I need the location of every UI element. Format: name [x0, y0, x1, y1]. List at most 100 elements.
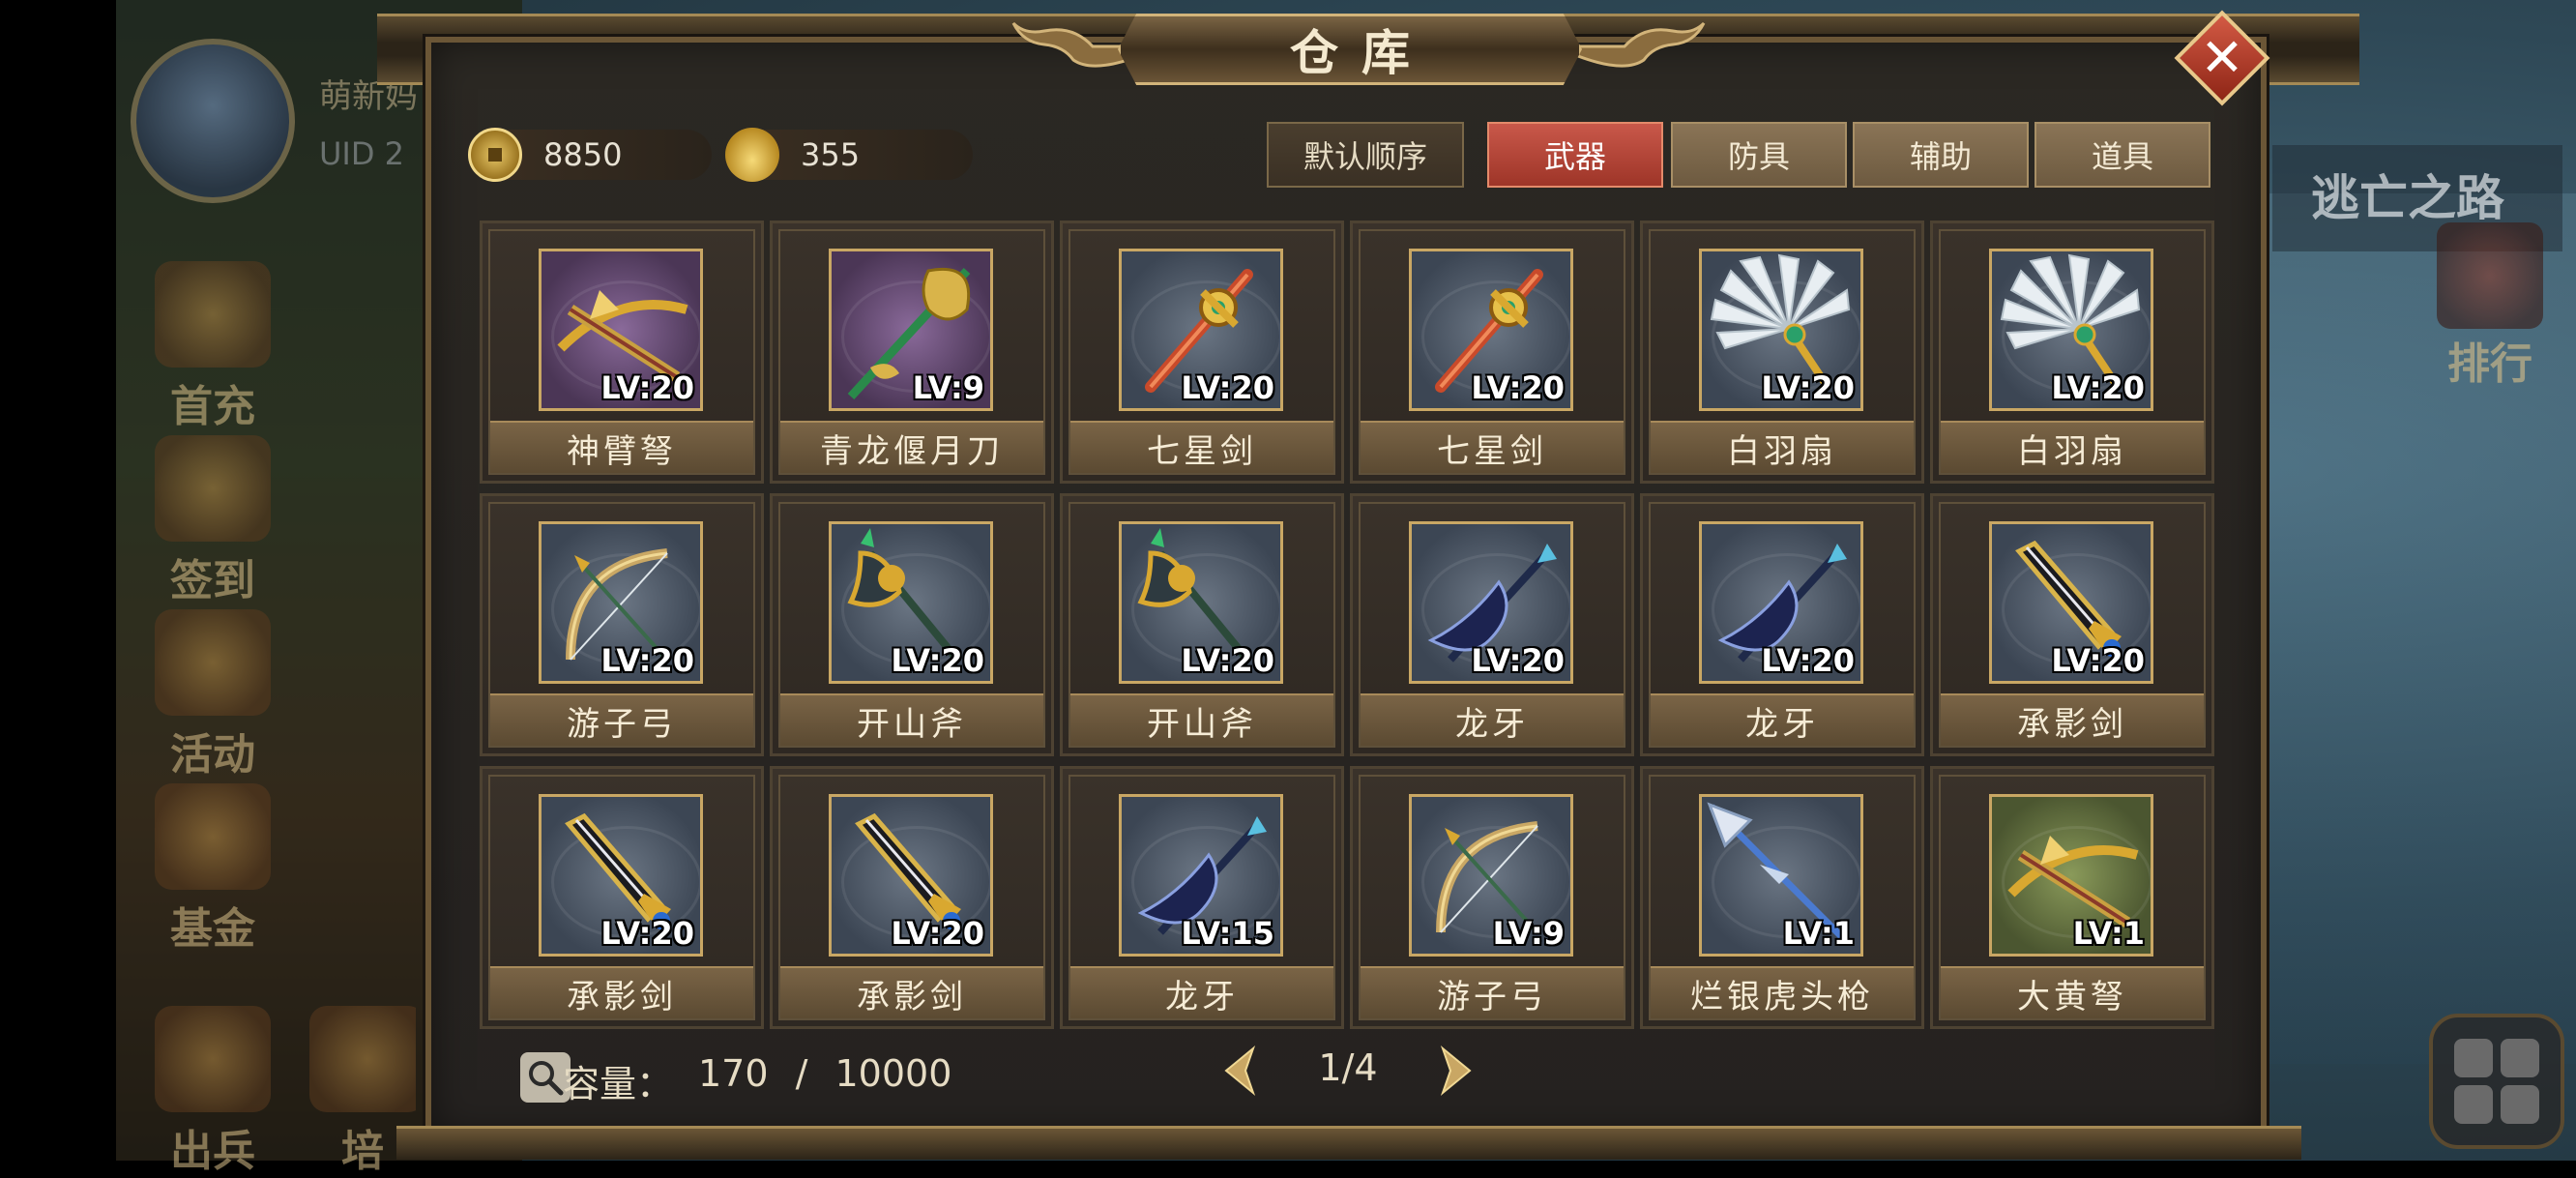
player-uid: UID 2: [319, 135, 405, 172]
item-name: 承影剑: [780, 966, 1043, 1018]
item-icon-frame: LV:9: [1409, 794, 1573, 957]
item-level: LV:20: [2051, 369, 2145, 406]
window-title: 仓库: [1290, 25, 1433, 81]
item-level: LV:1: [2072, 915, 2145, 952]
item-grid: LV:20 神臂弩 LV:9 青龙偃月刀 LV:20 七星剑 LV:20 七星剑 LV:20 白羽…: [480, 221, 2216, 1029]
item-level: LV:20: [600, 369, 694, 406]
inventory-slot[interactable]: LV:20 神臂弩: [480, 221, 764, 484]
event-button: 活动: [145, 609, 280, 781]
item-icon-frame: LV:1: [1699, 794, 1863, 957]
rank-label: 排行: [2447, 339, 2532, 389]
grid-cell-icon: [2454, 1039, 2493, 1077]
coin-balance: 8850: [468, 128, 712, 182]
tab-weapons[interactable]: 武器: [1487, 122, 1663, 188]
item-name: 游子弓: [490, 693, 753, 746]
tab-armor[interactable]: 防具: [1671, 122, 1847, 188]
item-level: LV:20: [891, 915, 984, 952]
item-level: LV:20: [600, 915, 694, 952]
menu-label: 基金: [170, 904, 255, 954]
item-name: 龙牙: [1070, 966, 1333, 1018]
grid-cell-icon: [2501, 1039, 2539, 1077]
item-icon-frame: LV:20: [539, 794, 703, 957]
menu-label: 签到: [170, 556, 255, 605]
tab-items[interactable]: 道具: [2034, 122, 2210, 188]
close-button[interactable]: ✕: [2174, 10, 2270, 106]
inventory-slot[interactable]: LV:20 七星剑: [1060, 221, 1344, 484]
inventory-slot[interactable]: LV:20 白羽扇: [1930, 221, 2214, 484]
inventory-slot[interactable]: LV:20 开山斧: [770, 493, 1054, 756]
item-level: LV:20: [1471, 369, 1565, 406]
inventory-slot[interactable]: LV:15 龙牙: [1060, 766, 1344, 1029]
item-level: LV:20: [600, 642, 694, 679]
item-name: 承影剑: [490, 966, 753, 1018]
drum-icon: [155, 1006, 271, 1112]
search-icon: [529, 1061, 564, 1096]
copper-coin-icon: [468, 128, 522, 182]
item-icon-frame: LV:20: [1699, 249, 1863, 411]
inventory-slot[interactable]: LV:20 龙牙: [1350, 493, 1634, 756]
inventory-slot[interactable]: LV:20 七星剑: [1350, 221, 1634, 484]
item-name: 龙牙: [1361, 693, 1624, 746]
previous-page-arrow-icon[interactable]: [1220, 1045, 1259, 1097]
panel-bottom-border: [396, 1126, 2301, 1160]
ranking-icon: [2437, 222, 2543, 329]
deploy-button: 出兵: [145, 1006, 280, 1178]
item-icon-frame: LV:20: [1409, 521, 1573, 684]
coin-amount: 8850: [543, 136, 623, 173]
item-level: LV:20: [1181, 642, 1274, 679]
item-level: LV:20: [1181, 369, 1274, 406]
grid-cell-icon: [2501, 1085, 2539, 1124]
item-level: LV:9: [1492, 915, 1565, 952]
pot-icon: [309, 1006, 416, 1112]
rank-button: 排行: [2417, 222, 2562, 389]
menu-label: 活动: [170, 730, 255, 780]
grid-cell-icon: [2454, 1085, 2493, 1124]
item-icon-frame: LV:1: [1989, 794, 2153, 957]
item-icon-frame: LV:20: [1989, 521, 2153, 684]
inventory-slot[interactable]: LV:1 烂银虎头枪: [1640, 766, 1924, 1029]
inventory-slot[interactable]: LV:9 青龙偃月刀: [770, 221, 1054, 484]
next-page-arrow-icon[interactable]: [1437, 1045, 1476, 1097]
inventory-slot[interactable]: LV:20 承影剑: [770, 766, 1054, 1029]
ingot-amount: 355: [801, 136, 861, 173]
item-name: 烂银虎头枪: [1651, 966, 1914, 1018]
gift-icon: [155, 609, 271, 716]
item-name: 大黄弩: [1941, 966, 2204, 1018]
scroll-icon: [155, 435, 271, 542]
inventory-slot[interactable]: LV:9 游子弓: [1350, 766, 1634, 1029]
title-ornament-right-icon: [1576, 21, 1706, 68]
capacity-value: 170 / 10000: [698, 1052, 952, 1095]
fund-button: 基金: [145, 783, 280, 956]
item-icon-frame: LV:20: [829, 794, 993, 957]
page-indicator: 1/4: [1318, 1046, 1378, 1089]
item-name: 青龙偃月刀: [780, 421, 1043, 473]
inventory-slot[interactable]: LV:20 龙牙: [1640, 493, 1924, 756]
default-sort-button[interactable]: 默认顺序: [1267, 122, 1464, 188]
inventory-slot[interactable]: LV:20 白羽扇: [1640, 221, 1924, 484]
item-level: LV:20: [1471, 642, 1565, 679]
first-recharge-button: 首充: [145, 261, 280, 433]
inventory-slot[interactable]: LV:1 大黄弩: [1930, 766, 2214, 1029]
inventory-slot[interactable]: LV:20 承影剑: [1930, 493, 2214, 756]
player-avatar: [131, 39, 295, 203]
item-name: 承影剑: [1941, 693, 2204, 746]
close-icon: ✕: [2200, 27, 2244, 88]
menu-label: 出兵: [170, 1127, 255, 1176]
item-level: LV:9: [912, 369, 984, 406]
item-icon-frame: LV:20: [539, 249, 703, 411]
item-level: LV:15: [1181, 915, 1274, 952]
inventory-slot[interactable]: LV:20 承影剑: [480, 766, 764, 1029]
menu-label: 培: [341, 1127, 384, 1176]
inventory-slot[interactable]: LV:20 游子弓: [480, 493, 764, 756]
item-name: 龙牙: [1651, 693, 1914, 746]
item-icon-frame: LV:20: [1119, 521, 1283, 684]
item-name: 七星剑: [1361, 421, 1624, 473]
item-level: LV:20: [1761, 369, 1855, 406]
tab-accessory[interactable]: 辅助: [1853, 122, 2029, 188]
item-name: 开山斧: [1070, 693, 1333, 746]
item-icon-frame: LV:20: [1699, 521, 1863, 684]
inventory-slot[interactable]: LV:20 开山斧: [1060, 493, 1344, 756]
window-title-plate: 仓库: [1118, 14, 1582, 85]
item-icon-frame: LV:20: [539, 521, 703, 684]
item-level: LV:1: [1782, 915, 1855, 952]
